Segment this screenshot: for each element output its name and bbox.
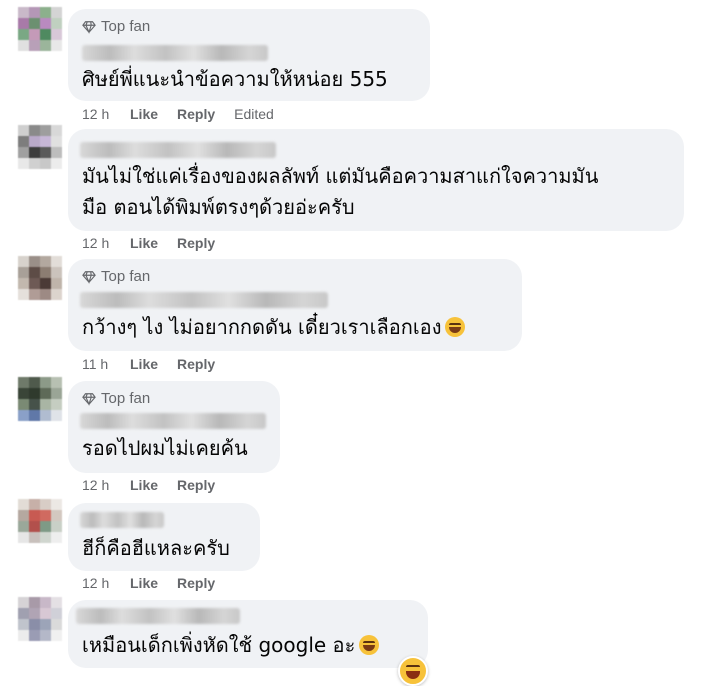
comment-text-content: เหมือนเด็กเพิ่งหัดใช้ google อะ	[82, 633, 356, 657]
reply-button[interactable]: Reply	[177, 235, 215, 251]
like-button[interactable]: Like	[130, 575, 158, 591]
avatar[interactable]	[18, 125, 62, 169]
rolling-laughing-emoji-icon	[445, 317, 466, 337]
comment-bubble: เหมือนเด็กเพิ่งหัดใช้ google อะ	[68, 600, 428, 668]
author-name[interactable]	[80, 142, 276, 158]
comment-text: เหมือนเด็กเพิ่งหัดใช้ google อะ	[82, 630, 380, 661]
comment-bubble: Top fan ศิษย์พี่แนะนำข้อความให้หน่อย 555	[68, 9, 430, 101]
edited-label[interactable]: Edited	[234, 106, 274, 122]
comment-actions: 12 h Like Reply Edited	[82, 106, 274, 122]
avatar[interactable]	[18, 499, 62, 543]
reply-button[interactable]: Reply	[177, 356, 215, 372]
diamond-icon	[82, 20, 96, 34]
like-button[interactable]: Like	[130, 477, 158, 493]
reply-button[interactable]: Reply	[177, 477, 215, 493]
timestamp[interactable]: 11 h	[82, 356, 130, 372]
comment-text: ฮีก็คือฮีแหละครับ	[82, 536, 230, 560]
timestamp[interactable]: 12 h	[82, 477, 130, 493]
comment-actions: 12 h Like Reply	[82, 477, 234, 493]
author-name[interactable]	[80, 512, 164, 528]
author-name[interactable]	[76, 608, 240, 624]
avatar[interactable]	[18, 377, 62, 421]
author-name[interactable]	[80, 292, 328, 308]
diamond-icon	[82, 270, 96, 284]
comment-bubble: มันไม่ใช่แค่เรื่องของผลลัพท์ แต่มันคือคว…	[68, 129, 684, 231]
top-fan-badge: Top fan	[82, 390, 150, 407]
comment-actions: 12 h Like Reply	[82, 575, 234, 591]
comment-bubble: Top fan กว้างๆ ไง ไม่อยากกดดัน เดี๋ยวเรา…	[68, 259, 522, 351]
reply-button[interactable]: Reply	[177, 575, 215, 591]
timestamp[interactable]: 12 h	[82, 235, 130, 251]
comment-text-line-1: มันไม่ใช่แค่เรื่องของผลลัพท์ แต่มันคือคว…	[82, 164, 599, 188]
grinning-sweat-emoji-icon	[359, 635, 380, 655]
comment-actions: 11 h Like Reply	[82, 356, 234, 372]
avatar[interactable]	[18, 256, 62, 300]
comment-actions: 12 h Like Reply	[82, 235, 234, 251]
author-name[interactable]	[80, 413, 266, 429]
top-fan-label: Top fan	[101, 390, 151, 407]
avatar[interactable]	[18, 7, 62, 51]
timestamp[interactable]: 12 h	[82, 106, 130, 122]
timestamp[interactable]: 12 h	[82, 575, 130, 591]
comment-text: ศิษย์พี่แนะนำข้อความให้หน่อย 555	[82, 67, 388, 91]
like-button[interactable]: Like	[130, 106, 158, 122]
comment-bubble: Top fan รอดไปผมไม่เคยค้น	[68, 381, 280, 473]
top-fan-badge: Top fan	[82, 18, 150, 35]
comment-bubble: ฮีก็คือฮีแหละครับ	[68, 503, 260, 571]
comment-text: กว้างๆ ไง ไม่อยากกดดัน เดี๋ยวเราเลือกเอง	[82, 312, 466, 343]
laughing-reaction-icon[interactable]	[398, 656, 428, 686]
author-name[interactable]	[82, 45, 268, 61]
comment-text-line-2: มือ ตอนได้พิมพ์ตรงๆด้วยอ่ะครับ	[82, 195, 355, 219]
like-button[interactable]: Like	[130, 235, 158, 251]
top-fan-label: Top fan	[101, 18, 151, 35]
top-fan-badge: Top fan	[82, 268, 150, 285]
diamond-icon	[82, 392, 96, 406]
comment-text: รอดไปผมไม่เคยค้น	[82, 436, 248, 460]
avatar[interactable]	[18, 597, 62, 641]
like-button[interactable]: Like	[130, 356, 158, 372]
top-fan-label: Top fan	[101, 268, 151, 285]
reply-button[interactable]: Reply	[177, 106, 215, 122]
comment-text-content: กว้างๆ ไง ไม่อยากกดดัน เดี๋ยวเราเลือกเอง	[82, 315, 442, 339]
